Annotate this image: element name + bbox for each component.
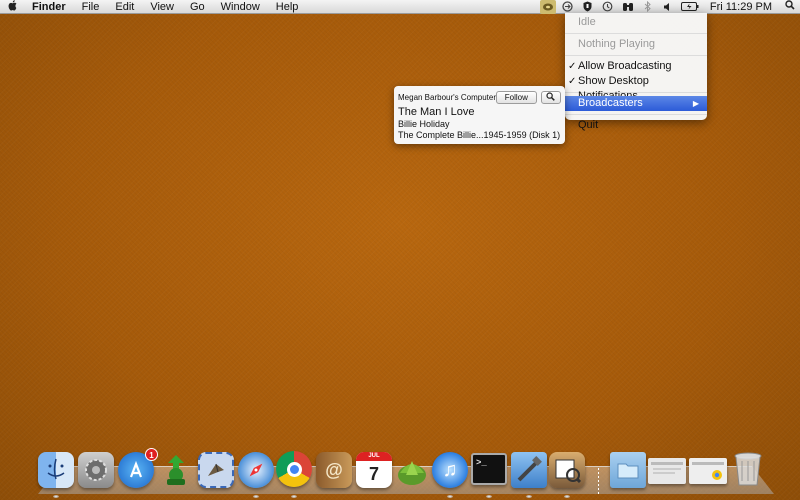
terminal-icon[interactable]: >_ xyxy=(471,453,507,485)
ical-icon[interactable]: JUL 7 xyxy=(356,452,392,488)
menu-view[interactable]: View xyxy=(142,0,182,14)
album-name: The Complete Billie...1945-1959 (Disk 1) xyxy=(398,130,561,140)
menu-edit[interactable]: Edit xyxy=(107,0,142,14)
menu-separator xyxy=(565,33,707,34)
menu-clock[interactable]: Fri 11:29 PM xyxy=(702,0,780,14)
shield-icon[interactable] xyxy=(580,0,596,14)
ical-month: JUL xyxy=(356,452,392,461)
broadcast-app-icon[interactable] xyxy=(539,0,556,14)
sync-icon[interactable] xyxy=(560,0,576,14)
volume-icon[interactable] xyxy=(660,0,676,14)
status-area: Fri 11:29 PM xyxy=(538,0,800,14)
menu-separator xyxy=(565,55,707,56)
checkmark-icon: ✓ xyxy=(568,76,577,87)
minimized-window-2-icon[interactable] xyxy=(689,458,727,484)
artist-name: Billie Holiday xyxy=(398,119,450,129)
chrome-icon[interactable] xyxy=(276,451,312,487)
running-indicator xyxy=(486,495,492,498)
safari-icon[interactable] xyxy=(238,452,274,488)
dock: 1 @ JUL 7 ♫ >_ xyxy=(0,446,800,500)
menu-help[interactable]: Help xyxy=(268,0,307,14)
system-preferences-icon[interactable] xyxy=(78,452,114,488)
menu-window[interactable]: Window xyxy=(213,0,268,14)
app-store-badge: 1 xyxy=(145,448,158,461)
status-menu-dropdown: Idle Nothing Playing ✓ Allow Broadcasting… xyxy=(565,13,707,131)
xcode-icon[interactable] xyxy=(511,452,547,488)
running-indicator xyxy=(447,495,453,498)
running-indicator xyxy=(291,495,297,498)
search-icon xyxy=(546,91,556,101)
running-indicator xyxy=(253,495,259,498)
computer-name: Megan Barbour's Computer xyxy=(398,92,497,102)
menu-bar: Finder File Edit View Go Window Help Fri… xyxy=(0,0,800,14)
follow-button[interactable]: Follow xyxy=(496,90,537,104)
menu-item-broadcasters[interactable]: Broadcasters ▶ xyxy=(565,96,707,111)
broadcaster-card: Megan Barbour's Computer Follow The Man … xyxy=(394,86,565,144)
running-indicator xyxy=(564,495,570,498)
spotlight-icon[interactable] xyxy=(780,0,800,13)
apple-menu-icon[interactable] xyxy=(0,0,26,14)
time-machine-icon[interactable] xyxy=(600,0,616,14)
growl-icon[interactable] xyxy=(394,452,430,488)
green-app-icon[interactable] xyxy=(158,452,194,488)
running-indicator xyxy=(526,495,532,498)
menu-item-show-desktop-notifications[interactable]: ✓Show Desktop Notifications xyxy=(565,74,707,102)
itunes-icon[interactable]: ♫ xyxy=(432,452,468,488)
search-button[interactable] xyxy=(540,90,561,104)
mail-icon[interactable] xyxy=(198,452,234,488)
preview-icon[interactable] xyxy=(549,452,585,488)
address-book-icon[interactable]: @ xyxy=(316,452,352,488)
trash-icon[interactable] xyxy=(730,451,766,487)
menu-separator xyxy=(565,114,707,115)
minimized-window-1-icon[interactable] xyxy=(648,458,686,484)
bluetooth-icon[interactable] xyxy=(640,0,656,14)
menu-item-idle: Idle xyxy=(578,16,596,28)
music-note-icon: ♫ xyxy=(442,458,458,481)
battery-icon[interactable] xyxy=(680,0,700,14)
finder-icon[interactable] xyxy=(38,452,74,488)
at-sign-icon: @ xyxy=(325,459,343,480)
ical-day: 7 xyxy=(368,464,379,484)
song-title: The Man I Love xyxy=(398,106,475,118)
menu-go[interactable]: Go xyxy=(182,0,213,14)
menu-file[interactable]: File xyxy=(74,0,108,14)
menu-item-allow-broadcasting[interactable]: ✓ Allow Broadcasting xyxy=(565,59,707,74)
applications-folder-icon[interactable] xyxy=(610,452,646,488)
app-store-icon[interactable]: 1 xyxy=(118,448,158,488)
menu-finder[interactable]: Finder xyxy=(26,0,74,14)
menu-item-nothing-playing: Nothing Playing xyxy=(578,38,656,50)
checkmark-icon: ✓ xyxy=(568,61,577,72)
prompt-icon: >_ xyxy=(476,458,487,468)
submenu-arrow-icon: ▶ xyxy=(692,99,699,108)
menu-item-quit[interactable]: Quit xyxy=(565,118,707,133)
running-indicator xyxy=(53,495,59,498)
binoculars-icon[interactable] xyxy=(620,0,636,14)
